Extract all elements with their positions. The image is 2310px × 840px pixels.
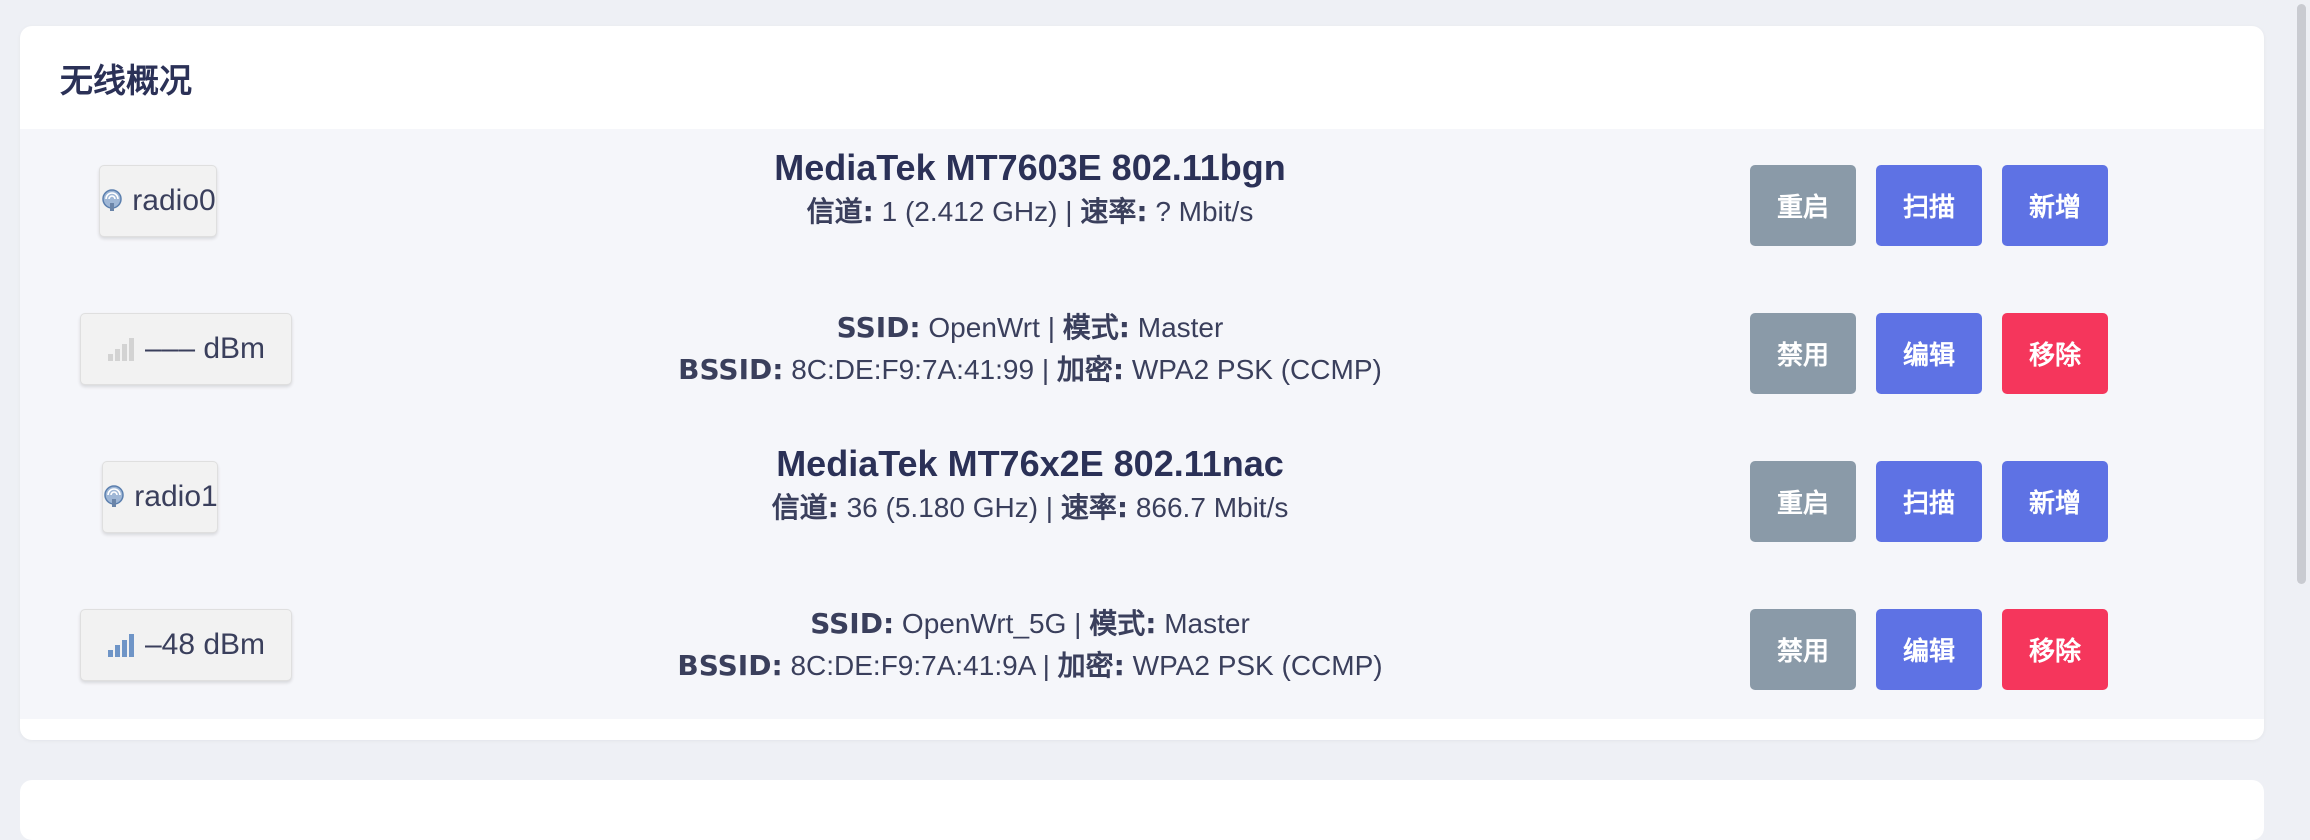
add-button[interactable]: 新增 xyxy=(2002,165,2108,246)
separator: | xyxy=(1041,354,1050,385)
signal-badge-label: ––– dBm xyxy=(144,332,266,365)
separator: | xyxy=(1045,492,1054,523)
restart-button[interactable]: 重启 xyxy=(1750,461,1856,542)
mode-label: 模式: xyxy=(1089,607,1157,640)
mode-label: 模式: xyxy=(1062,311,1130,344)
radio-channel-line: 信道: 36 (5.180 GHz) | 速率: 866.7 Mbit/s xyxy=(420,487,1640,529)
separator: | xyxy=(1074,608,1082,639)
ssid-label: SSID: xyxy=(836,311,921,344)
radio-actions: 重启 扫描 新增 xyxy=(1750,165,2108,246)
ssid-value: OpenWrt_5G xyxy=(901,608,1067,639)
bssid-label: BSSID: xyxy=(678,353,784,386)
separator: | xyxy=(1042,650,1050,681)
bssid-label: BSSID: xyxy=(677,649,783,682)
rate-value: 866.7 Mbit/s xyxy=(1135,492,1289,523)
signal-badge[interactable]: ––– dBm xyxy=(80,313,292,385)
network-info: SSID: OpenWrt_5G | 模式: Master BSSID: 8C:… xyxy=(420,603,1640,687)
encryption-value: WPA2 PSK (CCMP) xyxy=(1132,650,1383,681)
radio-badge[interactable]: radio1 xyxy=(102,461,218,533)
ssid-line: SSID: OpenWrt | 模式: Master xyxy=(420,307,1640,349)
scan-button[interactable]: 扫描 xyxy=(1876,461,1982,542)
network-row: –48 dBm SSID: OpenWrt_5G | 模式: Master BS… xyxy=(20,573,2264,721)
rate-label: 速率: xyxy=(1060,491,1129,524)
radio-badge-label: radio1 xyxy=(134,480,218,513)
channel-value: 1 (2.412 GHz) xyxy=(881,196,1058,227)
disable-button[interactable]: 禁用 xyxy=(1750,609,1856,690)
channel-label: 信道: xyxy=(806,195,874,228)
radio-badge[interactable]: radio0 xyxy=(99,165,217,237)
disable-button[interactable]: 禁用 xyxy=(1750,313,1856,394)
page-scrollbar[interactable] xyxy=(2292,0,2310,806)
network-row: ––– dBm SSID: OpenWrt | 模式: Master BSSID… xyxy=(20,277,2264,425)
encryption-label: 加密: xyxy=(1057,649,1125,682)
bssid-value: 8C:DE:F9:7A:41:99 xyxy=(791,354,1035,385)
channel-value: 36 (5.180 GHz) xyxy=(846,492,1039,523)
edit-button[interactable]: 编辑 xyxy=(1876,313,1982,394)
remove-button[interactable]: 移除 xyxy=(2002,313,2108,394)
bssid-value: 8C:DE:F9:7A:41:9A xyxy=(790,650,1035,681)
network-info: SSID: OpenWrt | 模式: Master BSSID: 8C:DE:… xyxy=(420,307,1640,391)
rate-value: ? Mbit/s xyxy=(1155,196,1254,227)
bssid-line: BSSID: 8C:DE:F9:7A:41:99 | 加密: WPA2 PSK … xyxy=(420,349,1640,391)
wireless-overview-card: 无线概况 radio0 MediaTek MT7603E 802.11bgn 信… xyxy=(20,26,2264,740)
channel-label: 信道: xyxy=(771,491,839,524)
signal-badge[interactable]: –48 dBm xyxy=(80,609,292,681)
card-title: 无线概况 xyxy=(60,61,192,100)
encryption-value: WPA2 PSK (CCMP) xyxy=(1131,354,1382,385)
scan-button[interactable]: 扫描 xyxy=(1876,165,1982,246)
bssid-line: BSSID: 8C:DE:F9:7A:41:9A | 加密: WPA2 PSK … xyxy=(420,645,1640,687)
ssid-value: OpenWrt xyxy=(928,312,1040,343)
radio-device-row: radio0 MediaTek MT7603E 802.11bgn 信道: 1 … xyxy=(20,129,2264,277)
radio-model: MediaTek MT76x2E 802.11nac xyxy=(776,443,1284,484)
mode-value: Master xyxy=(1164,608,1250,639)
wifi-radio-icon xyxy=(100,189,124,213)
radio-model: MediaTek MT7603E 802.11bgn xyxy=(774,147,1286,188)
radio-info: MediaTek MT76x2E 802.11nac 信道: 36 (5.180… xyxy=(420,441,1640,529)
radio-info: MediaTek MT7603E 802.11bgn 信道: 1 (2.412 … xyxy=(420,145,1640,233)
restart-button[interactable]: 重启 xyxy=(1750,165,1856,246)
remove-button[interactable]: 移除 xyxy=(2002,609,2108,690)
signal-none-icon xyxy=(107,336,137,362)
radio-device-row: radio1 MediaTek MT76x2E 802.11nac 信道: 36… xyxy=(20,425,2264,573)
wireless-device-list: radio0 MediaTek MT7603E 802.11bgn 信道: 1 … xyxy=(20,129,2264,719)
encryption-label: 加密: xyxy=(1056,353,1125,386)
signal-badge-label: –48 dBm xyxy=(144,628,266,661)
wifi-radio-icon xyxy=(102,485,126,509)
ssid-label: SSID: xyxy=(810,607,895,640)
radio-channel-line: 信道: 1 (2.412 GHz) | 速率: ? Mbit/s xyxy=(420,191,1640,233)
separator: | xyxy=(1065,196,1073,227)
network-actions: 禁用 编辑 移除 xyxy=(1750,313,2108,394)
next-card xyxy=(20,780,2264,840)
scrollbar-thumb[interactable] xyxy=(2297,4,2306,584)
add-button[interactable]: 新增 xyxy=(2002,461,2108,542)
mode-value: Master xyxy=(1137,312,1224,343)
radio-actions: 重启 扫描 新增 xyxy=(1750,461,2108,542)
network-actions: 禁用 编辑 移除 xyxy=(1750,609,2108,690)
radio-badge-label: radio0 xyxy=(132,184,216,217)
signal-full-icon xyxy=(107,632,137,658)
rate-label: 速率: xyxy=(1080,195,1148,228)
edit-button[interactable]: 编辑 xyxy=(1876,609,1982,690)
ssid-line: SSID: OpenWrt_5G | 模式: Master xyxy=(420,603,1640,645)
separator: | xyxy=(1047,312,1055,343)
